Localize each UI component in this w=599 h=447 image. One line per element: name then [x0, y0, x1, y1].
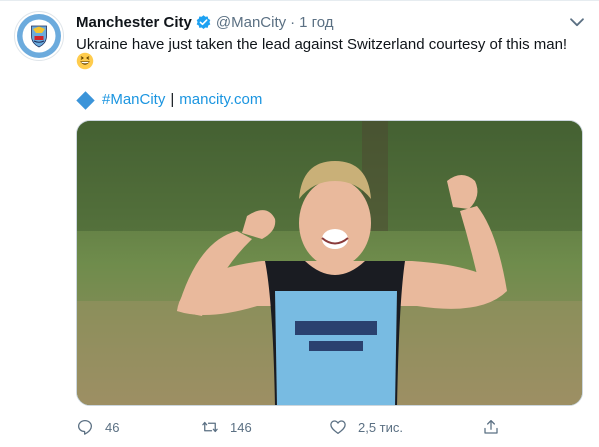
reply-icon [77, 419, 93, 435]
divider [0, 0, 599, 1]
hashtag-link[interactable]: #ManCity [102, 90, 165, 110]
share-icon [484, 419, 498, 434]
manchester-city-crest-icon [17, 14, 61, 58]
avatar[interactable] [14, 11, 64, 61]
chevron-down-icon[interactable] [566, 11, 588, 33]
link-separator: | [170, 91, 175, 108]
retweet-icon [202, 421, 218, 433]
tweet-card[interactable]: Manchester City @ManCity · 1 год Ukraine… [0, 0, 599, 447]
tweet-header: Manchester City @ManCity · 1 год [76, 11, 334, 33]
reply-count: 46 [105, 419, 120, 435]
verified-badge-icon [196, 14, 211, 29]
website-link[interactable]: mancity.com [179, 90, 262, 110]
player-celebration-image [77, 121, 582, 405]
tweet-actions: 46 146 2,5 тис. [76, 416, 583, 438]
retweet-count: 146 [230, 419, 252, 435]
reply-button[interactable]: 46 [76, 416, 119, 438]
separator-dot: · [290, 13, 296, 31]
blue-diamond-emoji-icon [76, 90, 95, 110]
grinning-face-emoji-icon [76, 52, 94, 70]
heart-icon [330, 420, 346, 435]
like-count: 2,5 тис. [358, 419, 404, 435]
timestamp[interactable]: 1 год [299, 14, 333, 31]
author-handle[interactable]: @ManCity [216, 14, 286, 31]
tweet-photo[interactable] [76, 120, 583, 406]
share-button[interactable] [482, 416, 511, 438]
tweet-links: #ManCity | mancity.com [76, 90, 262, 110]
tweet-text: Ukraine have just taken the lead against… [76, 36, 568, 53]
retweet-button[interactable]: 146 [201, 416, 252, 438]
like-button[interactable]: 2,5 тис. [329, 416, 403, 438]
author-name[interactable]: Manchester City [76, 14, 192, 31]
